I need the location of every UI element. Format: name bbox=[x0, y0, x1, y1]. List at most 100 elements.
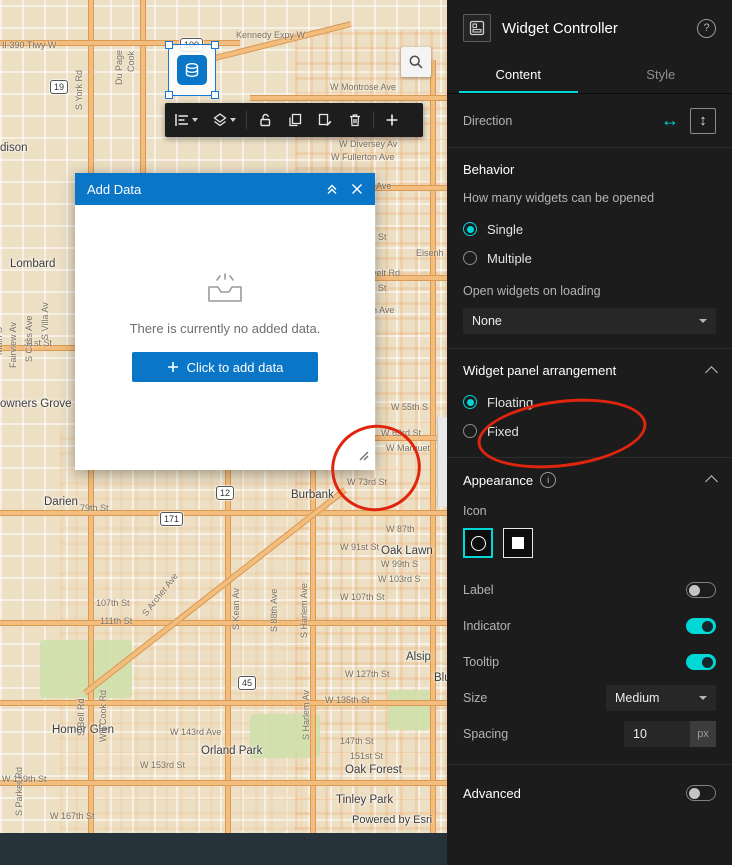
tab-style[interactable]: Style bbox=[590, 55, 732, 93]
map-label: S Harlem Ave bbox=[299, 583, 309, 638]
widget-controller-icon bbox=[463, 14, 491, 42]
select-value: Medium bbox=[615, 691, 660, 705]
chevron-down-icon bbox=[699, 319, 707, 323]
spacing-label: Spacing bbox=[463, 727, 509, 741]
panel-title: Widget Controller bbox=[502, 19, 618, 37]
collapse-chevron-icon[interactable] bbox=[705, 365, 718, 379]
add-data-body: There is currently no added data. Click … bbox=[75, 205, 375, 470]
icon-style-square-button[interactable] bbox=[503, 528, 533, 558]
map-label: Main S bbox=[0, 327, 4, 355]
delete-button[interactable] bbox=[340, 103, 370, 137]
add-data-window: Add Data There is currently no added dat… bbox=[75, 173, 375, 470]
direction-label: Direction bbox=[463, 113, 513, 128]
unlock-icon bbox=[257, 112, 273, 128]
align-button[interactable] bbox=[167, 103, 205, 137]
chevron-down-icon bbox=[230, 118, 236, 122]
toolbar-separator bbox=[373, 111, 374, 129]
tooltip-row: Tooltip bbox=[463, 648, 716, 676]
map-label: S Kean Av bbox=[231, 588, 241, 630]
icon-style-circle-button[interactable] bbox=[463, 528, 493, 558]
close-icon bbox=[351, 183, 363, 195]
indicator-toggle[interactable] bbox=[686, 618, 716, 634]
open-widgets-select[interactable]: None bbox=[463, 308, 716, 334]
map-label: S Harlem Av bbox=[301, 690, 311, 740]
direction-vertical-button[interactable]: ↕ bbox=[690, 107, 716, 134]
radio-circle bbox=[463, 395, 477, 409]
arrange-style-button[interactable] bbox=[205, 103, 243, 137]
double-chevron-up-icon bbox=[325, 182, 339, 196]
tooltip-toggle[interactable] bbox=[686, 654, 716, 670]
advanced-title: Advanced bbox=[463, 785, 521, 801]
map-canvas[interactable]: dison Lombard owners Grove Darien Burbank Oak… bbox=[0, 0, 447, 865]
spacing-input[interactable] bbox=[624, 721, 690, 747]
collapse-chevron-icon[interactable] bbox=[705, 475, 718, 488]
toolbar-separator bbox=[246, 111, 247, 129]
map-label: W Montrose Ave bbox=[330, 82, 396, 92]
radio-floating[interactable]: Floating bbox=[463, 392, 716, 412]
radio-single[interactable]: Single bbox=[463, 219, 716, 239]
advanced-toggle[interactable] bbox=[686, 785, 716, 801]
map-label: W 103rd S bbox=[378, 574, 421, 584]
map-label: Oak Lawn bbox=[381, 545, 433, 557]
copy-icon bbox=[287, 112, 303, 128]
widget-controller-settings-panel: Widget Controller ? Content Style Direct… bbox=[447, 0, 732, 865]
map-label: Lombard bbox=[10, 258, 56, 270]
size-select[interactable]: Medium bbox=[606, 685, 716, 711]
duplicate-pen-icon bbox=[317, 112, 333, 128]
map-bottom-strip bbox=[0, 833, 447, 865]
add-button[interactable] bbox=[377, 103, 407, 137]
resize-handle-icon[interactable] bbox=[358, 450, 370, 462]
direction-row: Direction ↔ ↕ bbox=[447, 94, 732, 148]
map-label: Fairview Av bbox=[8, 322, 18, 368]
vertical-arrows-icon: ↕ bbox=[699, 112, 707, 129]
radio-circle bbox=[463, 251, 477, 265]
collapse-button[interactable] bbox=[325, 182, 339, 196]
selection-handle[interactable] bbox=[165, 91, 173, 99]
circle-icon bbox=[470, 535, 486, 551]
question-icon: ? bbox=[703, 22, 710, 34]
click-to-add-data-button[interactable]: Click to add data bbox=[132, 352, 318, 382]
panel-header: Widget Controller ? bbox=[447, 0, 732, 55]
direction-horizontal-button[interactable]: ↔ bbox=[658, 109, 682, 133]
info-icon[interactable]: i bbox=[540, 472, 557, 488]
selection-handle[interactable] bbox=[211, 91, 219, 99]
selected-widget-controller[interactable] bbox=[165, 41, 219, 99]
label-toggle[interactable] bbox=[686, 582, 716, 598]
add-data-header[interactable]: Add Data bbox=[75, 173, 375, 205]
tab-content[interactable]: Content bbox=[447, 55, 590, 93]
loading-label: Open widgets on loading bbox=[463, 284, 601, 298]
unlock-button[interactable] bbox=[250, 103, 280, 137]
add-data-title: Add Data bbox=[87, 181, 142, 197]
duplicate-button[interactable] bbox=[310, 103, 340, 137]
label-row: Label bbox=[463, 576, 716, 604]
map-label: Eisenh bbox=[416, 248, 444, 258]
map-label: 107th St bbox=[96, 598, 130, 608]
selection-handle[interactable] bbox=[165, 41, 173, 49]
indicator-label: Indicator bbox=[463, 619, 511, 633]
icon-label: Icon bbox=[463, 504, 487, 518]
help-button[interactable]: ? bbox=[697, 18, 716, 38]
chevron-down-icon bbox=[192, 118, 198, 122]
map-label: S Villa Av bbox=[40, 302, 50, 340]
radio-fixed[interactable]: Fixed bbox=[463, 421, 716, 441]
selection-handle[interactable] bbox=[211, 41, 219, 49]
map-label: W 107th St bbox=[340, 592, 385, 602]
appearance-title: Appearance bbox=[463, 472, 534, 488]
indicator-row: Indicator bbox=[463, 612, 716, 640]
copy-button[interactable] bbox=[280, 103, 310, 137]
route-shield: 171 bbox=[160, 512, 184, 526]
behavior-title: Behavior bbox=[463, 162, 515, 177]
map-label: Orland Park bbox=[201, 745, 263, 757]
style-layers-icon bbox=[212, 112, 228, 128]
arrangement-section: Widget panel arrangement Floating Fixed bbox=[447, 349, 732, 458]
map-label: 79th St bbox=[80, 503, 109, 513]
map-label: W 55th S bbox=[391, 402, 429, 412]
map-label: Oak Forest bbox=[345, 764, 402, 776]
arrangement-title: Widget panel arrangement bbox=[463, 363, 617, 378]
radio-circle bbox=[463, 222, 477, 236]
radio-multiple[interactable]: Multiple bbox=[463, 248, 716, 268]
search-button[interactable] bbox=[401, 47, 431, 77]
spacing-unit: px bbox=[690, 721, 716, 747]
close-button[interactable] bbox=[351, 183, 363, 195]
map-label: 111th St bbox=[100, 616, 133, 626]
